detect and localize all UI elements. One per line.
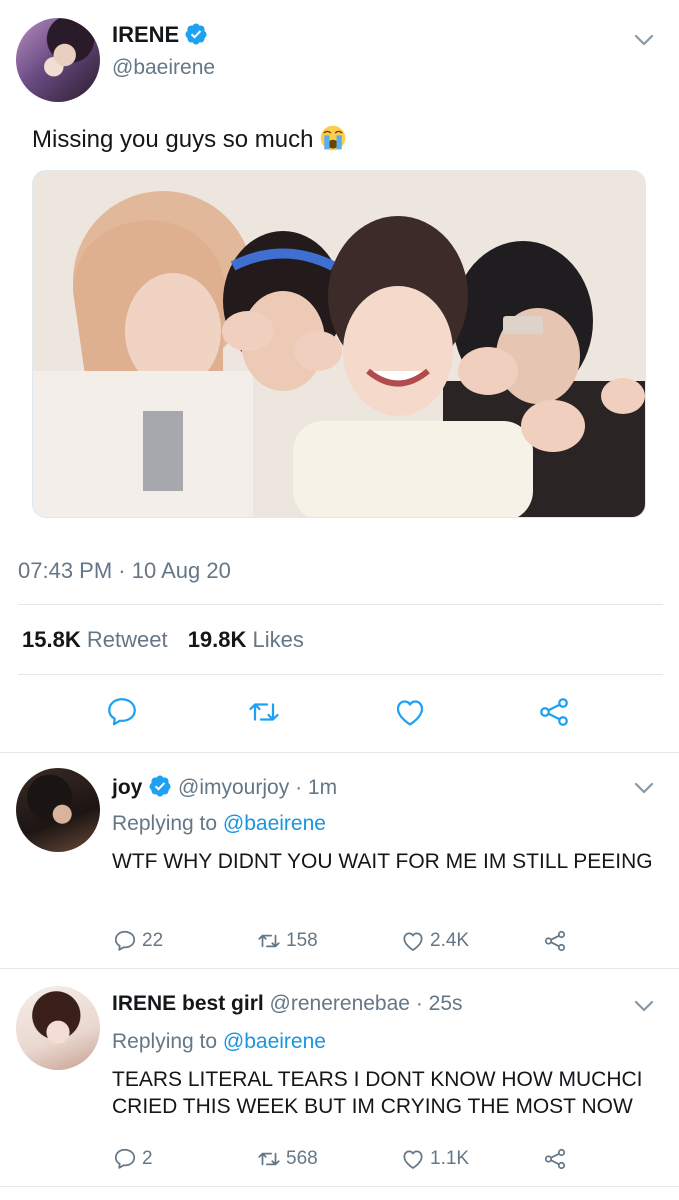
tweet-photo[interactable] — [32, 170, 646, 518]
reply-share-button[interactable] — [542, 1146, 572, 1172]
retweet-count[interactable]: 15.8K — [22, 627, 81, 652]
reply-like-button[interactable]: 1.1K — [400, 1146, 469, 1172]
author-name-row[interactable]: IRENE — [112, 22, 208, 48]
reply-like-button[interactable]: 2.4K — [400, 928, 469, 954]
like-icon[interactable] — [392, 694, 428, 730]
tweet-stats: 15.8K Retweet 19.8K Likes — [22, 627, 318, 653]
verified-badge-icon — [149, 775, 171, 797]
divider — [18, 604, 663, 605]
reply-author-name[interactable]: IRENE best girl — [112, 992, 264, 1015]
loudly-crying-face-icon — [321, 125, 346, 151]
divider — [18, 674, 663, 675]
reply-reply-button[interactable]: 22 — [112, 928, 163, 954]
share-icon — [544, 930, 566, 952]
divider — [0, 1186, 679, 1187]
like-count[interactable]: 19.8K — [188, 627, 247, 652]
tweet-timestamp[interactable]: 07:43 PM · 10 Aug 20 — [18, 558, 231, 584]
reply-author-name[interactable]: joy — [112, 776, 142, 799]
retweet-icon — [258, 1152, 280, 1166]
retweet-icon[interactable] — [246, 694, 282, 730]
reply-text: TEARS LITERAL TEARS I DONT KNOW HOW MUCH… — [112, 1068, 643, 1118]
reply-author-handle[interactable]: @renerenebae — [270, 992, 410, 1015]
retweet-label[interactable]: Retweet — [87, 627, 168, 652]
replying-to-handle[interactable]: @baeirene — [223, 812, 326, 835]
chevron-down-icon[interactable] — [632, 28, 656, 52]
reply-text: WTF WHY DIDNT YOU WAIT FOR ME IM STILL P… — [112, 850, 653, 873]
replying-to-line: Replying to @baeirene — [112, 812, 326, 835]
author-name[interactable]: IRENE — [112, 22, 179, 47]
reply-retweet-button[interactable]: 568 — [256, 1146, 318, 1172]
reply-author-handle[interactable]: @imyourjoy — [178, 776, 289, 799]
reply-avatar[interactable] — [16, 768, 100, 852]
reply-avatar[interactable] — [16, 986, 100, 1070]
reply-icon — [114, 930, 136, 951]
share-icon[interactable] — [536, 694, 572, 730]
reply-reply-button[interactable]: 2 — [112, 1146, 153, 1172]
chevron-down-icon[interactable] — [632, 776, 656, 800]
author-handle[interactable]: @baeirene — [112, 56, 215, 80]
reply-time[interactable]: · 1m — [295, 776, 337, 799]
author-avatar[interactable] — [16, 18, 100, 102]
reply-time[interactable]: · 25s — [416, 992, 463, 1015]
replying-to-line: Replying to @baeirene — [112, 1030, 326, 1053]
share-icon — [544, 1148, 566, 1170]
like-icon — [403, 932, 423, 951]
reply-icon[interactable] — [104, 694, 140, 730]
chevron-down-icon[interactable] — [632, 994, 656, 1018]
replying-to-handle[interactable]: @baeirene — [223, 1030, 326, 1053]
verified-badge-icon — [185, 23, 207, 45]
reply-icon — [114, 1148, 136, 1169]
like-label[interactable]: Likes — [253, 627, 304, 652]
reply-retweet-button[interactable]: 158 — [256, 928, 318, 954]
reply-header: IRENE best girl @renerenebae · 25s — [112, 992, 463, 1016]
reply-header: joy @imyourjoy · 1m — [112, 774, 337, 800]
retweet-icon — [258, 934, 280, 948]
tweet-text: Missing you guys so much — [32, 124, 347, 154]
reply-share-button[interactable] — [542, 928, 572, 954]
divider — [0, 752, 679, 753]
group-photo-illustration — [33, 171, 645, 517]
divider — [0, 968, 679, 969]
like-icon — [403, 1150, 423, 1169]
